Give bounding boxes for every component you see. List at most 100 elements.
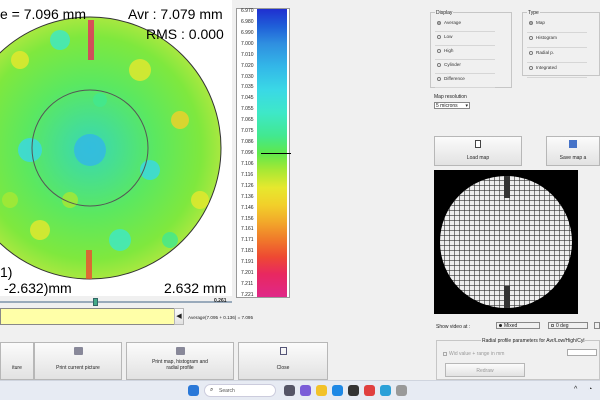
map-index: 1) xyxy=(0,264,13,280)
scale-label: 7.096 xyxy=(241,150,254,156)
radio-selected-icon xyxy=(499,324,502,328)
display-option[interactable]: Difference xyxy=(437,76,465,81)
slider-value: 0.261 xyxy=(214,298,227,304)
video-option-extra[interactable] xyxy=(594,322,600,329)
display-option-label: High xyxy=(444,48,454,53)
radio-icon xyxy=(437,48,441,53)
picture-button-label: iture xyxy=(12,365,22,371)
display-option-label: Difference xyxy=(444,76,465,81)
save-map-label: Save map a xyxy=(559,155,587,161)
display-option-label: Low xyxy=(444,34,453,39)
video-option-0deg[interactable]: 0 deg xyxy=(548,322,588,329)
redraw-button[interactable]: Redraw xyxy=(445,363,525,377)
chat-icon[interactable] xyxy=(300,385,311,396)
scale-label: 7.035 xyxy=(241,84,254,91)
scale-label: 7.010 xyxy=(241,51,254,58)
scale-label: 7.020 xyxy=(241,62,254,69)
video-option-mixed[interactable]: Mixed xyxy=(496,322,540,329)
range-checkbox-label: Wid value + range in mm xyxy=(449,351,505,357)
map-size: 2.632 mm xyxy=(164,280,227,296)
app3-icon[interactable] xyxy=(396,385,407,396)
scale-label: 6.990 xyxy=(241,29,254,36)
search-icon: ⌕ xyxy=(210,387,214,393)
network-icon[interactable]: ◔ xyxy=(588,386,592,393)
pv-value: e = 7.096 mm xyxy=(0,6,86,22)
surface-map-image xyxy=(0,16,222,280)
divider xyxy=(435,59,495,60)
type-option-label: Radial p. xyxy=(536,50,555,55)
radio-icon xyxy=(529,20,533,25)
app2-icon[interactable] xyxy=(380,385,391,396)
type-option[interactable]: Map xyxy=(529,20,545,25)
exit-icon xyxy=(279,347,287,355)
scale-label: 7.045 xyxy=(241,95,254,102)
type-option-label: Histogram xyxy=(536,35,557,40)
video-option-mixed-label: Mixed xyxy=(504,323,518,329)
type-option[interactable]: Histogram xyxy=(529,35,557,40)
scale-label: 7.171 xyxy=(241,237,254,244)
divider xyxy=(527,62,587,63)
scale-label: 7.211 xyxy=(241,281,254,288)
display-option[interactable]: Cylinder xyxy=(437,62,461,67)
map-resolution-value: 5 microns xyxy=(436,103,458,109)
rms-value: RMS : 0.000 xyxy=(146,26,224,42)
map-resolution-select[interactable]: 5 microns ▾ xyxy=(434,102,470,109)
surface-map[interactable]: e = 7.096 mm Avr : 7.079 mm RMS : 0.000 … xyxy=(0,0,232,296)
show-video-label: Show video at : xyxy=(436,324,471,330)
threshold-slider[interactable]: 0.261 xyxy=(0,298,290,306)
video-option-0deg-label: 0 deg xyxy=(556,323,569,329)
display-option[interactable]: Low xyxy=(437,34,452,39)
load-map-label: Load map xyxy=(466,155,490,161)
scale-label: 7.126 xyxy=(241,182,254,189)
type-option-label: Integrated xyxy=(536,65,557,70)
chevron-up-icon[interactable]: ^ xyxy=(574,386,577,393)
type-group: Type Map Histogram Radial p. Integrated xyxy=(522,10,600,78)
slider-thumb[interactable] xyxy=(92,298,98,306)
collapse-arrow-button[interactable]: ◀ xyxy=(174,308,184,325)
file-explorer-icon[interactable] xyxy=(316,385,327,396)
picture-button[interactable]: iture xyxy=(0,342,34,380)
scale-selected-marker xyxy=(261,153,291,154)
type-option[interactable]: Integrated xyxy=(529,65,557,70)
yellow-info-panel xyxy=(0,308,184,325)
display-option[interactable]: High xyxy=(437,48,453,53)
task-view-icon[interactable] xyxy=(284,385,295,396)
app-icon[interactable] xyxy=(364,385,375,396)
radio-icon xyxy=(529,65,533,70)
scale-label: 7.086 xyxy=(241,139,254,146)
scale-label: 7.146 xyxy=(241,204,254,211)
printer-icon xyxy=(175,347,185,355)
edge-icon[interactable] xyxy=(332,385,343,396)
scale-label: 7.136 xyxy=(241,193,254,200)
scale-label: 7.181 xyxy=(241,248,254,255)
type-option[interactable]: Radial p. xyxy=(529,50,554,55)
type-option-label: Map xyxy=(536,20,545,25)
divider xyxy=(527,77,587,78)
scale-label: 7.156 xyxy=(241,215,254,222)
divider xyxy=(435,31,495,32)
start-icon[interactable] xyxy=(188,385,199,396)
radio-icon xyxy=(437,62,441,67)
range-checkbox[interactable]: Wid value + range in mm xyxy=(443,351,504,357)
print-map-button[interactable]: Print map, histogram and radial profile xyxy=(126,342,234,380)
scale-label: 7.055 xyxy=(241,106,254,113)
average-formula: Average(7.095 + 0.136) = 7.095 xyxy=(188,315,254,320)
radio-icon xyxy=(529,50,533,55)
display-option-label: Cylinder xyxy=(444,62,461,67)
redraw-label: Redraw xyxy=(476,368,494,374)
display-option[interactable]: Average xyxy=(437,20,461,25)
checkbox-icon xyxy=(551,324,554,328)
radio-icon xyxy=(437,76,441,81)
close-button[interactable]: Close xyxy=(238,342,328,380)
divider xyxy=(527,32,587,33)
search-box[interactable]: ⌕ Search xyxy=(204,384,276,397)
range-input[interactable] xyxy=(567,349,597,356)
print-current-picture-button[interactable]: Print current picture xyxy=(34,342,122,380)
store-icon[interactable] xyxy=(348,385,359,396)
print-current-label: Print current picture xyxy=(56,365,100,371)
load-map-button[interactable]: Load map xyxy=(434,136,522,166)
scale-label: 6.980 xyxy=(241,18,254,25)
save-map-button[interactable]: Save map a xyxy=(546,136,600,166)
checkbox-icon xyxy=(443,351,447,356)
radio-icon xyxy=(529,35,533,40)
